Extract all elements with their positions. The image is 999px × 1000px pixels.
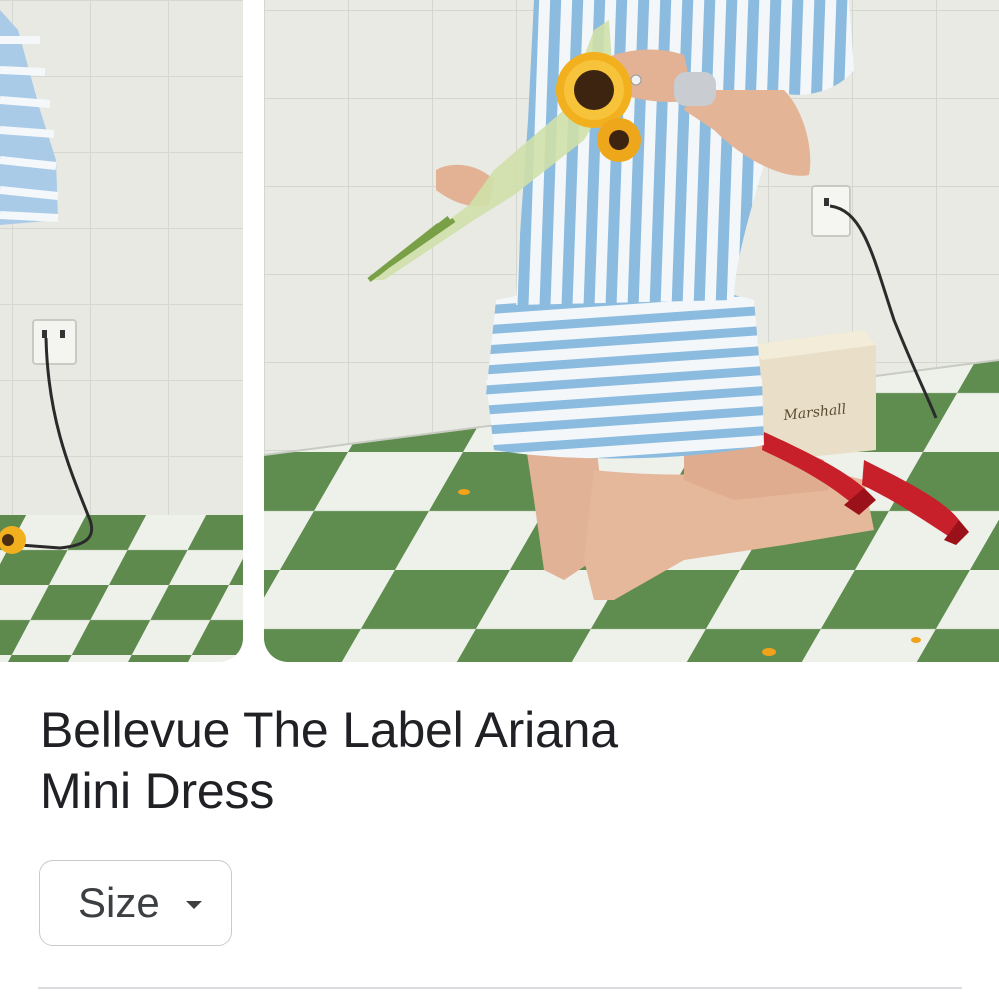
product-photo-previous-graphic xyxy=(0,0,243,662)
product-image-main[interactable]: Marshall xyxy=(264,0,999,662)
section-divider xyxy=(38,987,962,989)
size-dropdown-button[interactable]: Size xyxy=(39,860,232,946)
caret-down-icon xyxy=(185,901,202,909)
product-title-line-2: Mini Dress xyxy=(40,763,275,819)
image-gallery[interactable]: Marshall xyxy=(0,0,999,662)
size-dropdown-label: Size xyxy=(78,879,160,926)
product-title-line-1: Bellevue The Label Ariana xyxy=(40,702,618,758)
product-image-previous[interactable] xyxy=(0,0,243,662)
product-photo-main-graphic: Marshall xyxy=(264,0,999,662)
product-title: Bellevue The Label Ariana Mini Dress xyxy=(40,700,740,822)
